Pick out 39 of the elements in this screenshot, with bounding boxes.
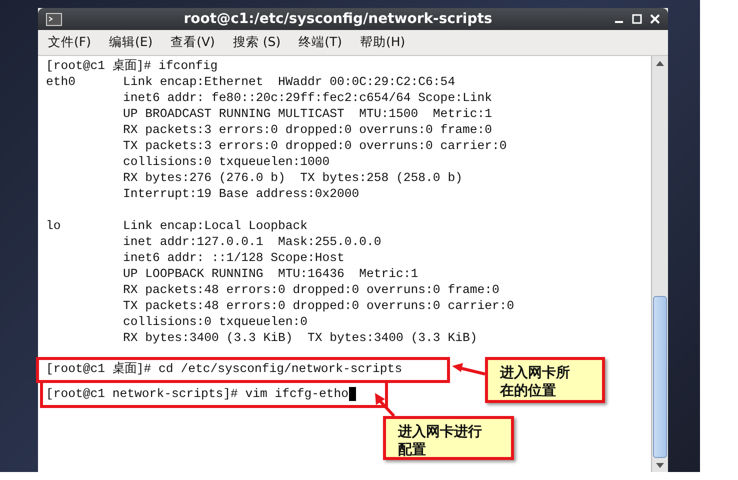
- terminal-line: TX packets:48 errors:0 dropped:0 overruns:0 carrier:0: [123, 298, 514, 314]
- terminal-line: RX packets:48 errors:0 dropped:0 overruns:0 frame:0: [123, 282, 500, 298]
- arrow: [452, 364, 486, 376]
- interface-name: lo: [46, 218, 62, 234]
- scroll-down-icon[interactable]: [656, 462, 664, 468]
- callout-note: 进入网卡所在的位置: [485, 357, 605, 403]
- terminal-line: RX bytes:276 (276.0 b) TX bytes:258 (258.0 b): [123, 170, 462, 186]
- terminal-line: [root@c1 桌面]# cd /etc/sysconfig/network-scripts: [46, 362, 402, 376]
- terminal-line: TX packets:3 errors:0 dropped:0 overruns:0 carrier:0: [123, 138, 507, 154]
- terminal-icon: [46, 12, 62, 26]
- menu-item[interactable]: 帮助(H): [358, 33, 408, 52]
- terminal-line: inet6 addr: ::1/128 Scope:Host: [123, 250, 344, 266]
- terminal-line: RX packets:3 errors:0 dropped:0 overruns:0 frame:0: [123, 122, 492, 138]
- menu-item[interactable]: 终端(T): [296, 33, 344, 52]
- terminal-line: [root@c1 桌面]# ifconfig: [46, 58, 219, 74]
- scrollbar-thumb[interactable]: [653, 296, 667, 458]
- menu-item[interactable]: 文件(F): [46, 33, 93, 52]
- menu-item[interactable]: 查看(V): [168, 33, 217, 52]
- menu-item[interactable]: 搜索 (S): [230, 33, 283, 52]
- arrow: [372, 393, 396, 417]
- close-icon[interactable]: [650, 14, 660, 24]
- scrollbar[interactable]: [651, 56, 668, 472]
- terminal-line: [root@c1 network-scripts]# vim ifcfg-etho: [46, 387, 349, 401]
- terminal-line: collisions:0 txqueuelen:0: [123, 314, 308, 330]
- terminal-line: inet6 addr: fe80::20c:29ff:fec2:c654/64 Scope:Link: [123, 90, 492, 106]
- terminal-line: RX bytes:3400 (3.3 KiB) TX bytes:3400 (3.3 KiB): [123, 330, 478, 346]
- maximize-icon[interactable]: [632, 14, 642, 24]
- interface-name: eth0: [46, 74, 77, 90]
- terminal-line: Link encap:Local Loopback: [123, 218, 308, 234]
- terminal-line: inet addr:127.0.0.1 Mask:255.0.0.0: [123, 234, 382, 250]
- terminal-line: Interrupt:19 Base address:0x2000: [123, 186, 360, 202]
- terminal-line: collisions:0 txqueuelen:1000: [123, 154, 330, 170]
- terminal-line: UP BROADCAST RUNNING MULTICAST MTU:1500 Metric:1: [123, 106, 492, 122]
- window-title: root@c1:/etc/sysconfig/network-scripts: [182, 11, 494, 27]
- callout-note: 进入网卡进行配置: [383, 416, 514, 460]
- scroll-up-icon[interactable]: [656, 60, 664, 66]
- menu-item[interactable]: 编辑(E): [106, 33, 155, 52]
- terminal-line: UP LOOPBACK RUNNING MTU:16436 Metric:1: [123, 266, 418, 282]
- terminal-line: Link encap:Ethernet HWaddr 00:0C:29:C2:C6:54: [123, 74, 456, 90]
